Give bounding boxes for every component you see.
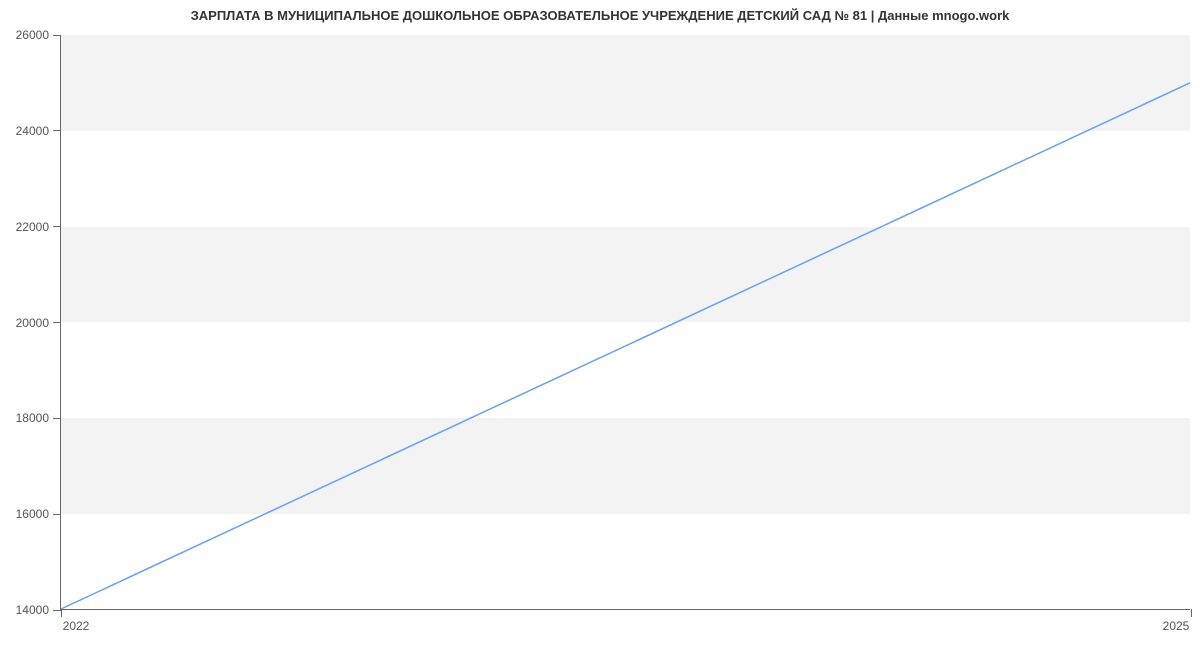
chart-container: ЗАРПЛАТА В МУНИЦИПАЛЬНОЕ ДОШКОЛЬНОЕ ОБРА… (0, 0, 1200, 650)
y-tick-label: 16000 (16, 507, 49, 521)
y-tick (53, 130, 61, 131)
x-tick (61, 609, 62, 617)
y-tick-label: 22000 (16, 220, 49, 234)
y-tick (53, 514, 61, 515)
y-tick (53, 226, 61, 227)
y-tick-label: 20000 (16, 316, 49, 330)
x-tick (1191, 609, 1192, 617)
chart-line-svg (61, 35, 1190, 609)
plot-area: 1400016000180002000022000240002600020222… (60, 35, 1190, 610)
y-tick-label: 24000 (16, 124, 49, 138)
y-tick-label: 18000 (16, 411, 49, 425)
y-tick-label: 26000 (16, 28, 49, 42)
chart-title: ЗАРПЛАТА В МУНИЦИПАЛЬНОЕ ДОШКОЛЬНОЕ ОБРА… (0, 8, 1200, 23)
x-tick-label: 2025 (1163, 619, 1190, 633)
x-tick-label: 2022 (63, 619, 90, 633)
data-line (61, 83, 1190, 609)
y-tick (53, 418, 61, 419)
y-tick-label: 14000 (16, 603, 49, 617)
y-tick (53, 35, 61, 36)
y-tick (53, 322, 61, 323)
